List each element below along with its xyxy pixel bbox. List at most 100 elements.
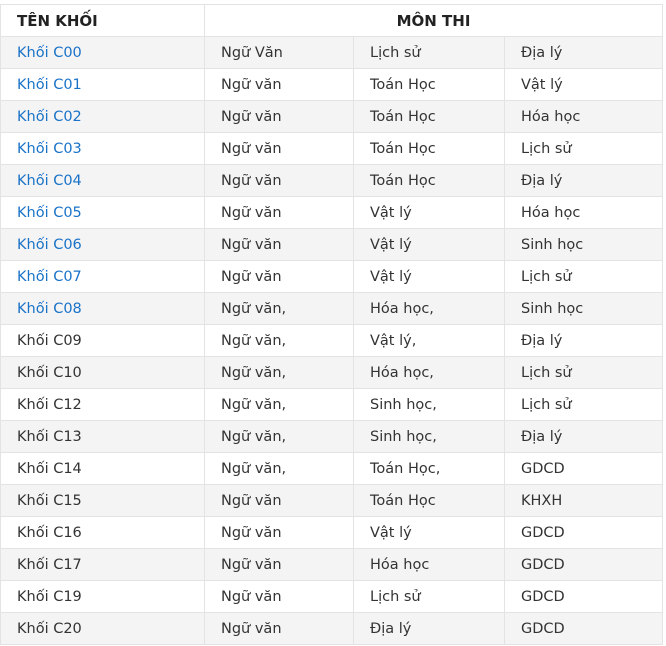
khoi-cell: Khối C14 bbox=[0, 452, 205, 485]
mon-thi-cell: Toán Học bbox=[353, 484, 505, 517]
table-row: Khối C00 Ngữ Văn Lịch sử Địa lý bbox=[0, 36, 664, 69]
khoi-label: Khối C15 bbox=[17, 492, 82, 509]
khoi-cell[interactable]: Khối C02 bbox=[0, 100, 205, 133]
khoi-label: Khối C17 bbox=[17, 556, 82, 573]
mon-thi-cell: Lịch sử bbox=[503, 132, 664, 165]
mon-thi-cell: Ngữ văn, bbox=[204, 356, 354, 389]
mon-thi-cell: Ngữ văn bbox=[204, 580, 354, 613]
khoi-cell: Khối C15 bbox=[0, 484, 205, 517]
khoi-cell[interactable]: Khối C07 bbox=[0, 260, 205, 293]
table-row: Khối C13 Ngữ văn, Sinh học, Địa lý bbox=[0, 420, 664, 453]
mon-thi-cell: GDCD bbox=[503, 612, 664, 645]
mon-thi-cell: Vật lý bbox=[353, 228, 505, 261]
khoi-cell[interactable]: Khối C03 bbox=[0, 132, 205, 165]
mon-thi-cell: Ngữ văn, bbox=[204, 420, 354, 453]
mon-thi-cell: Vật lý bbox=[353, 260, 505, 293]
khoi-cell: Khối C20 bbox=[0, 612, 205, 645]
mon-thi-cell: Toán Học bbox=[353, 164, 505, 197]
khoi-cell[interactable]: Khối C01 bbox=[0, 68, 205, 101]
mon-thi-cell: Toán Học bbox=[353, 68, 505, 101]
mon-thi-cell: Ngữ văn bbox=[204, 68, 354, 101]
khoi-link[interactable]: Khối C06 bbox=[17, 237, 82, 253]
table-row: Khối C06 Ngữ văn Vật lý Sinh học bbox=[0, 228, 664, 261]
mon-thi-cell: Ngữ văn bbox=[204, 228, 354, 261]
mon-thi-cell: Vật lý bbox=[353, 516, 505, 549]
mon-thi-cell: Ngữ văn, bbox=[204, 388, 354, 421]
khoi-cell: Khối C10 bbox=[0, 356, 205, 389]
mon-thi-cell: Sinh học, bbox=[353, 420, 505, 453]
mon-thi-cell: Lịch sử bbox=[353, 580, 505, 613]
mon-thi-cell: Ngữ văn bbox=[204, 132, 354, 165]
khoi-link[interactable]: Khối C01 bbox=[17, 77, 82, 93]
mon-thi-cell: Ngữ văn, bbox=[204, 292, 354, 325]
khoi-cell: Khối C09 bbox=[0, 324, 205, 357]
mon-thi-cell: Vật lý bbox=[503, 68, 664, 101]
mon-thi-cell: Ngữ văn bbox=[204, 260, 354, 293]
mon-thi-cell: KHXH bbox=[503, 484, 664, 517]
khoi-link[interactable]: Khối C08 bbox=[17, 301, 82, 317]
mon-thi-cell: Hóa học bbox=[503, 196, 664, 229]
mon-thi-cell: Toán Học bbox=[353, 100, 505, 133]
khoi-link[interactable]: Khối C05 bbox=[17, 205, 82, 221]
khoi-cell: Khối C12 bbox=[0, 388, 205, 421]
mon-thi-cell: Hóa học, bbox=[353, 356, 505, 389]
mon-thi-cell: Ngữ văn bbox=[204, 516, 354, 549]
mon-thi-cell: GDCD bbox=[503, 580, 664, 613]
khoi-cell: Khối C13 bbox=[0, 420, 205, 453]
khoi-thi-table: TÊN KHỐI MÔN THI Khối C00 Ngữ Văn Lịch sử … bbox=[0, 4, 664, 645]
mon-thi-cell: Ngữ văn bbox=[204, 612, 354, 645]
table-row: Khối C10 Ngữ văn, Hóa học, Lịch sử bbox=[0, 356, 664, 389]
mon-thi-cell: Hóa học, bbox=[353, 292, 505, 325]
khoi-label: Khối C10 bbox=[17, 364, 82, 381]
mon-thi-cell: Hóa học bbox=[503, 100, 664, 133]
khoi-label: Khối C19 bbox=[17, 588, 82, 605]
table-row: Khối C09 Ngữ văn, Vật lý, Địa lý bbox=[0, 324, 664, 357]
mon-thi-cell: Lịch sử bbox=[353, 36, 505, 69]
table-row: Khối C01 Ngữ văn Toán Học Vật lý bbox=[0, 68, 664, 101]
mon-thi-cell: Lịch sử bbox=[503, 260, 664, 293]
mon-thi-cell: Sinh học bbox=[503, 228, 664, 261]
mon-thi-cell: Lịch sử bbox=[503, 356, 664, 389]
mon-thi-cell: Địa lý bbox=[503, 164, 664, 197]
khoi-link[interactable]: Khối C03 bbox=[17, 141, 82, 157]
mon-thi-cell: GDCD bbox=[503, 452, 664, 485]
khoi-cell[interactable]: Khối C08 bbox=[0, 292, 205, 325]
khoi-cell[interactable]: Khối C05 bbox=[0, 196, 205, 229]
table-row: Khối C05 Ngữ văn Vật lý Hóa học bbox=[0, 196, 664, 229]
table-row: Khối C03 Ngữ văn Toán Học Lịch sử bbox=[0, 132, 664, 165]
khoi-label: Khối C09 bbox=[17, 332, 82, 349]
table-row: Khối C02 Ngữ văn Toán Học Hóa học bbox=[0, 100, 664, 133]
mon-thi-cell: GDCD bbox=[503, 548, 664, 581]
mon-thi-cell: Ngữ văn bbox=[204, 196, 354, 229]
khoi-link[interactable]: Khối C00 bbox=[17, 45, 82, 61]
khoi-link[interactable]: Khối C07 bbox=[17, 269, 82, 285]
khoi-link[interactable]: Khối C04 bbox=[17, 173, 82, 189]
khoi-link[interactable]: Khối C02 bbox=[17, 109, 82, 125]
table-header-row: TÊN KHỐI MÔN THI bbox=[0, 4, 664, 37]
table-row: Khối C17 Ngữ văn Hóa học GDCD bbox=[0, 548, 664, 581]
mon-thi-cell: Lịch sử bbox=[503, 388, 664, 421]
table-row: Khối C16 Ngữ văn Vật lý GDCD bbox=[0, 516, 664, 549]
table-row: Khối C14 Ngữ văn, Toán Học, GDCD bbox=[0, 452, 664, 485]
khoi-label: Khối C14 bbox=[17, 460, 82, 477]
mon-thi-cell: Sinh học, bbox=[353, 388, 505, 421]
mon-thi-cell: Vật lý, bbox=[353, 324, 505, 357]
mon-thi-cell: Ngữ văn bbox=[204, 484, 354, 517]
khoi-cell: Khối C17 bbox=[0, 548, 205, 581]
khoi-cell[interactable]: Khối C00 bbox=[0, 36, 205, 69]
table-row: Khối C12 Ngữ văn, Sinh học, Lịch sử bbox=[0, 388, 664, 421]
table-body: Khối C00 Ngữ Văn Lịch sử Địa lý Khối C01 Ngữ… bbox=[0, 36, 664, 645]
khoi-cell[interactable]: Khối C04 bbox=[0, 164, 205, 197]
khoi-cell: Khối C19 bbox=[0, 580, 205, 613]
mon-thi-cell: Ngữ văn bbox=[204, 164, 354, 197]
mon-thi-cell: Ngữ Văn bbox=[204, 36, 354, 69]
table-row: Khối C19 Ngữ văn Lịch sử GDCD bbox=[0, 580, 664, 613]
mon-thi-cell: Sinh học bbox=[503, 292, 664, 325]
khoi-cell[interactable]: Khối C06 bbox=[0, 228, 205, 261]
mon-thi-cell: Ngữ văn bbox=[204, 548, 354, 581]
mon-thi-cell: Ngữ văn, bbox=[204, 324, 354, 357]
table-row: Khối C08 Ngữ văn, Hóa học, Sinh học bbox=[0, 292, 664, 325]
header-ten-khoi: TÊN KHỐI bbox=[0, 4, 205, 37]
khoi-cell: Khối C16 bbox=[0, 516, 205, 549]
mon-thi-cell: Địa lý bbox=[503, 420, 664, 453]
